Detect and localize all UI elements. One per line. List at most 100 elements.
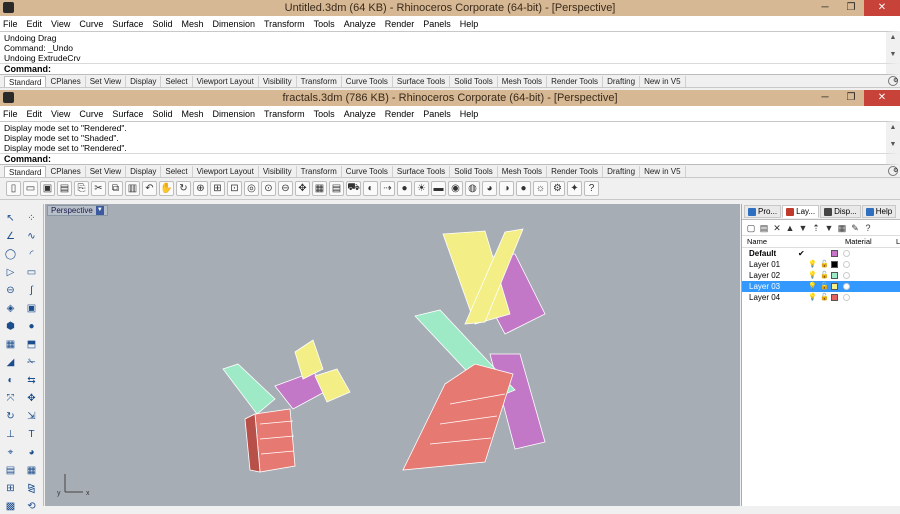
perspective-viewport[interactable]: Perspective ▼ y x: [45, 204, 740, 506]
toolbar-tab[interactable]: Surface Tools: [393, 166, 451, 177]
rotate-icon[interactable]: ↻: [176, 181, 191, 196]
panel-tab[interactable]: Help: [861, 205, 897, 218]
new-layer-icon[interactable]: ▢: [745, 222, 757, 234]
layer-color-swatch[interactable]: [831, 283, 838, 290]
freeform-icon[interactable]: ∫: [23, 282, 40, 298]
menu-item[interactable]: Panels: [423, 19, 451, 29]
toolbar-tab[interactable]: Visibility: [259, 166, 297, 177]
lock-icon[interactable]: ✦: [567, 181, 582, 196]
arc-icon[interactable]: ◜: [23, 246, 40, 262]
pan-view-icon[interactable]: ✥: [295, 181, 310, 196]
visibility-bulb-icon[interactable]: 💡: [808, 281, 817, 292]
copy-icon[interactable]: ⧉: [108, 181, 123, 196]
visibility-bulb-icon[interactable]: 💡: [808, 270, 817, 281]
scale-icon[interactable]: ⇲: [23, 408, 40, 424]
point-icon[interactable]: ●: [397, 181, 412, 196]
toolbar-tab[interactable]: Transform: [297, 166, 342, 177]
panel-tab[interactable]: Lay...: [782, 205, 820, 218]
toolbar-tab[interactable]: Standard: [4, 166, 47, 177]
layer-row[interactable]: Layer 04 💡 🔓: [742, 292, 900, 303]
save-icon[interactable]: ▣: [40, 181, 55, 196]
menu-item[interactable]: Render: [385, 19, 415, 29]
toolbar-tab[interactable]: CPlanes: [46, 76, 86, 87]
layer-color-swatch[interactable]: [831, 272, 838, 279]
left-fractal-object[interactable]: [222, 339, 351, 473]
scroll-up-icon[interactable]: ▲: [888, 123, 898, 133]
toolbar-tab[interactable]: Curve Tools: [342, 166, 393, 177]
visibility-bulb-icon[interactable]: 💡: [808, 292, 817, 303]
menu-item[interactable]: Curve: [79, 19, 103, 29]
menu-item[interactable]: Curve: [79, 109, 103, 119]
ghosted-icon[interactable]: ◑: [499, 181, 514, 196]
toolbar-tab[interactable]: New in V5: [640, 76, 686, 87]
dimension-icon[interactable]: ⊥: [2, 426, 19, 442]
menu-item[interactable]: Help: [460, 109, 479, 119]
four-views-icon[interactable]: ▦: [312, 181, 327, 196]
menu-item[interactable]: Mesh: [181, 19, 203, 29]
surface-icon[interactable]: ◈: [2, 300, 19, 316]
material-icon[interactable]: [843, 283, 850, 290]
menu-item[interactable]: Tools: [314, 19, 335, 29]
group-icon[interactable]: ▦: [23, 462, 40, 478]
gear-icon[interactable]: ⚙: [888, 76, 898, 86]
menu-item[interactable]: Panels: [423, 109, 451, 119]
circle-icon[interactable]: ◯: [2, 246, 19, 262]
layout-icon[interactable]: ▤: [2, 462, 19, 478]
minimize-icon[interactable]: ─: [812, 90, 838, 106]
sphere-icon[interactable]: ●: [23, 318, 40, 334]
filter-icon[interactable]: ▼: [823, 222, 835, 234]
help-icon[interactable]: ?: [584, 181, 599, 196]
tools-icon[interactable]: ✎: [849, 222, 861, 234]
menu-item[interactable]: Solid: [152, 19, 172, 29]
menu-item[interactable]: File: [3, 109, 18, 119]
cut-icon[interactable]: ✂: [91, 181, 106, 196]
car-icon[interactable]: ⛟: [346, 181, 361, 196]
move-layer-icon[interactable]: ⇡: [810, 222, 822, 234]
layer-color-swatch[interactable]: [831, 261, 838, 268]
light-icon[interactable]: ☀: [414, 181, 429, 196]
toolbar-tab[interactable]: Select: [161, 76, 193, 87]
menu-item[interactable]: Analyze: [344, 109, 376, 119]
menu-item[interactable]: Solid: [152, 109, 172, 119]
points-icon[interactable]: ⁘: [23, 210, 40, 226]
perspective-icon[interactable]: ◐: [363, 181, 378, 196]
zoom-selected-icon[interactable]: ◎: [244, 181, 259, 196]
toolbar-tab[interactable]: Surface Tools: [393, 76, 451, 87]
array-icon[interactable]: ⊞: [2, 480, 19, 496]
minimize-icon[interactable]: ─: [812, 0, 838, 16]
menu-item[interactable]: Tools: [314, 109, 335, 119]
command-line[interactable]: Command:: [0, 153, 900, 165]
lock-icon[interactable]: 🔓: [820, 281, 829, 292]
move-down-icon[interactable]: ▼: [797, 222, 809, 234]
maximize-icon[interactable]: ❐: [838, 0, 864, 16]
scroll-up-icon[interactable]: ▲: [888, 33, 898, 43]
zoom-window-icon[interactable]: ⊞: [210, 181, 225, 196]
toolbar-tab[interactable]: Render Tools: [547, 76, 604, 87]
toolbar-tab[interactable]: Mesh Tools: [498, 76, 548, 87]
lock-icon[interactable]: 🔓: [820, 292, 829, 303]
menu-item[interactable]: Analyze: [344, 19, 376, 29]
toolbar-tab[interactable]: New in V5: [640, 166, 686, 177]
toolbar-tab[interactable]: Display: [126, 166, 162, 177]
toolbar-tab[interactable]: Select: [161, 166, 193, 177]
open-icon[interactable]: ▭: [23, 181, 38, 196]
layer-settings-icon[interactable]: ▦: [836, 222, 848, 234]
material-icon[interactable]: ◉: [448, 181, 463, 196]
visibility-bulb-icon[interactable]: 💡: [808, 259, 817, 270]
polyline-icon[interactable]: ∠: [2, 228, 19, 244]
scroll-down-icon[interactable]: ▼: [888, 50, 898, 60]
menu-item[interactable]: File: [3, 19, 18, 29]
gear-icon[interactable]: ⚙: [888, 166, 898, 176]
ellipse-icon[interactable]: ⊖: [2, 282, 19, 298]
extrude-icon[interactable]: ⬒: [23, 336, 40, 352]
select-arrow-icon[interactable]: ↖: [2, 210, 19, 226]
toolbar-tab[interactable]: Viewport Layout: [193, 76, 259, 87]
command-line[interactable]: Command:: [0, 63, 900, 75]
scroll-down-icon[interactable]: ▼: [888, 140, 898, 150]
mesh-icon[interactable]: ▦: [2, 336, 19, 352]
print-icon[interactable]: ▤: [57, 181, 72, 196]
toolbar-tab[interactable]: Viewport Layout: [193, 166, 259, 177]
toolbar-tab[interactable]: Drafting: [603, 166, 641, 177]
color-icon[interactable]: ◍: [465, 181, 480, 196]
trim-icon[interactable]: ✁: [23, 354, 40, 370]
